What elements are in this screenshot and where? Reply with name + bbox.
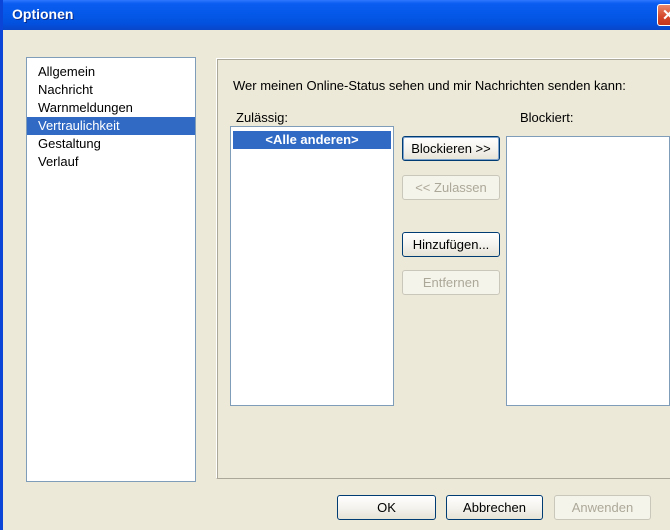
allowed-list[interactable]: <Alle anderen> — [230, 126, 394, 406]
allow-button[interactable]: << Zulassen — [402, 175, 500, 200]
privacy-panel: Wer meinen Online-Status sehen und mir N… — [216, 58, 670, 479]
blocked-list[interactable] — [506, 136, 670, 406]
list-item[interactable]: <Alle anderen> — [233, 131, 391, 149]
nav-item-warnmeldungen[interactable]: Warnmeldungen — [27, 99, 195, 117]
nav-item-gestaltung[interactable]: Gestaltung — [27, 135, 195, 153]
nav-item-nachricht[interactable]: Nachricht — [27, 81, 195, 99]
cancel-button[interactable]: Abbrechen — [446, 495, 543, 520]
category-list[interactable]: Allgemein Nachricht Warnmeldungen Vertra… — [26, 57, 196, 482]
title-bar[interactable]: Optionen ✕ — [3, 0, 670, 30]
close-icon[interactable]: ✕ — [657, 4, 670, 26]
allowed-label: Zulässig: — [236, 110, 289, 125]
nav-item-allgemein[interactable]: Allgemein — [27, 63, 195, 81]
ok-button[interactable]: OK — [337, 495, 436, 520]
options-dialog: Optionen ✕ Allgemein Nachricht Warnmeldu… — [0, 0, 670, 530]
privacy-description: Wer meinen Online-Status sehen und mir N… — [233, 78, 626, 93]
block-button[interactable]: Blockieren >> — [402, 136, 500, 161]
add-button[interactable]: Hinzufügen... — [402, 232, 500, 257]
apply-button[interactable]: Anwenden — [554, 495, 651, 520]
nav-item-vertraulichkeit[interactable]: Vertraulichkeit — [27, 117, 195, 135]
window-title: Optionen — [12, 6, 74, 22]
remove-button[interactable]: Entfernen — [402, 270, 500, 295]
blocked-label: Blockiert: — [520, 110, 574, 125]
nav-item-verlauf[interactable]: Verlauf — [27, 153, 195, 171]
